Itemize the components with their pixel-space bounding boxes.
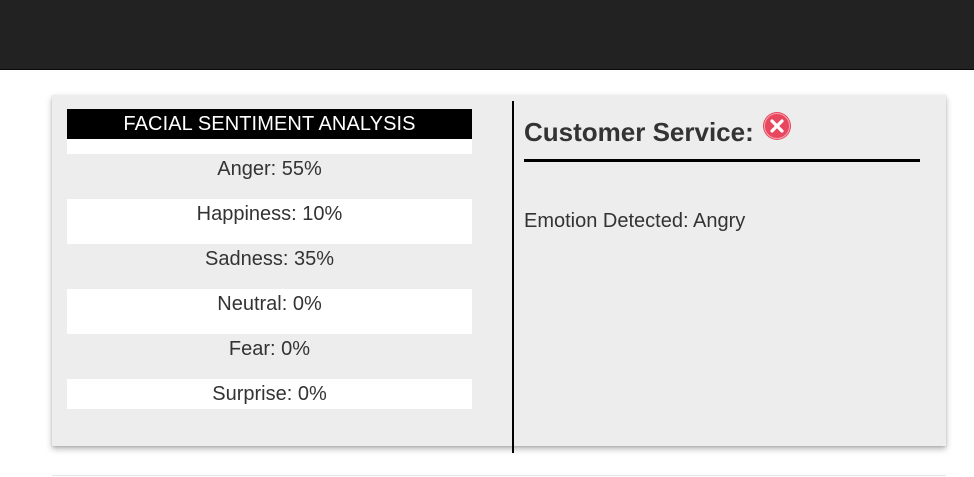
sentiment-card: FACIAL SENTIMENT ANALYSIS Anger: 55% Hap… — [52, 95, 946, 453]
sentiment-row-surprise: Surprise: 0% — [67, 379, 472, 409]
table-header-spacer — [67, 139, 472, 154]
customer-service-heading: Customer Service: — [524, 103, 920, 155]
footer-divider — [52, 475, 946, 476]
sentiment-row-neutral: Neutral: 0% — [67, 289, 472, 334]
heading-underline — [524, 159, 920, 162]
x-circle-icon — [762, 111, 792, 141]
sentiment-row-anger: Anger: 55% — [67, 154, 472, 199]
customer-service-panel: Customer Service: Emotion Detected: Angr… — [524, 103, 920, 233]
sentiment-row-happiness: Happiness: 10% — [67, 199, 472, 244]
sentiment-row-sadness: Sadness: 35% — [67, 244, 472, 289]
customer-service-title: Customer Service: — [524, 116, 754, 147]
panel-divider — [512, 101, 514, 453]
emotion-detected-text: Emotion Detected: Angry — [524, 210, 746, 232]
sentiment-row-fear: Fear: 0% — [67, 334, 472, 379]
top-navbar — [0, 0, 974, 70]
sentiment-table: FACIAL SENTIMENT ANALYSIS Anger: 55% Hap… — [67, 109, 472, 409]
sentiment-table-title: FACIAL SENTIMENT ANALYSIS — [67, 109, 472, 139]
